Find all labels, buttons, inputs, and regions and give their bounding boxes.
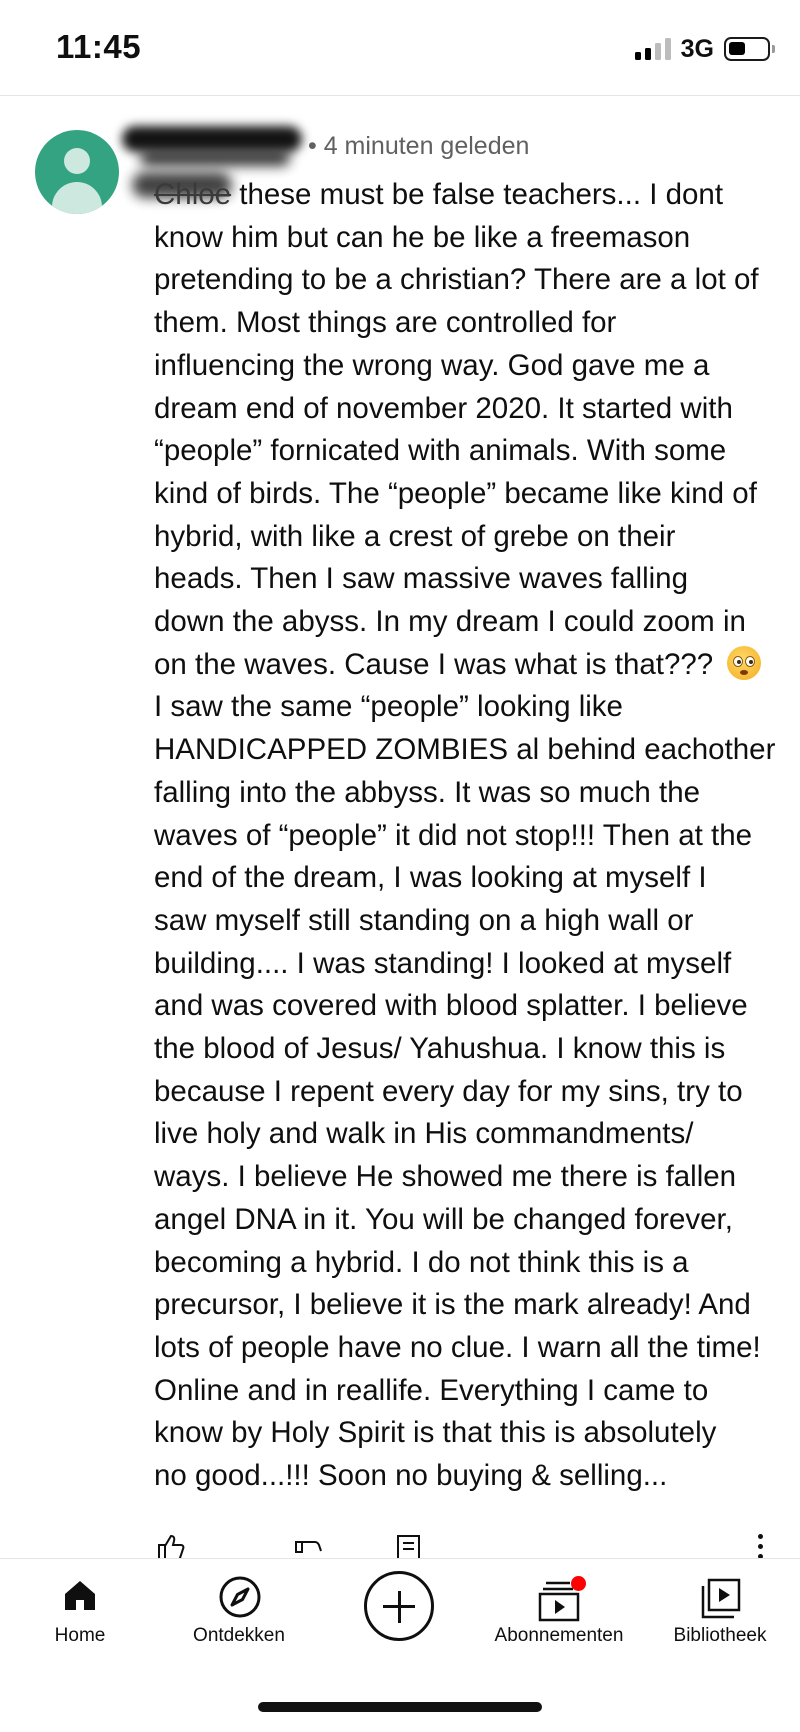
comment-line: on the waves. Cause I was what is that??… xyxy=(154,644,794,687)
status-bar: 11:45 3G xyxy=(0,0,800,96)
comment-line: heads. Then I saw massive waves falling xyxy=(154,562,688,596)
comment-line: falling into the abbyss. It was so much … xyxy=(154,775,701,809)
flushed-face-emoji-icon xyxy=(727,645,762,680)
notification-badge xyxy=(571,1576,586,1591)
nav-item-explore[interactable]: Ontdekken xyxy=(160,1559,320,1679)
comment-line: angel DNA in it. You will be changed for… xyxy=(154,1202,733,1236)
comment-line: kind of birds. The “people” became like … xyxy=(154,476,757,510)
comment-timestamp: • 4 minuten geleden xyxy=(308,132,530,160)
nav-label-explore: Ontdekken xyxy=(193,1625,285,1646)
redacted-author-name-2 xyxy=(140,150,290,166)
home-indicator xyxy=(258,1702,542,1712)
thumbs-up-icon[interactable] xyxy=(156,1532,186,1558)
comment-line: Chloe these must be false teachers... I … xyxy=(154,178,724,211)
comment-line: HANDICAPPED ZOMBIES al behind eachother xyxy=(154,733,776,767)
comment-line: precursor, I believe it is the mark alre… xyxy=(154,1288,751,1322)
home-icon xyxy=(65,1581,95,1610)
create-plus-icon[interactable] xyxy=(364,1571,434,1641)
mention-name: Chloe xyxy=(154,178,232,211)
nav-item-subscriptions[interactable]: Abonnementen xyxy=(480,1559,640,1679)
comment-line: them. Most things are controlled for xyxy=(154,306,617,340)
nav-item-library[interactable]: Bibliotheek xyxy=(640,1559,800,1679)
comment-line: building.... I was standing! I looked at… xyxy=(154,946,732,980)
comment-line: dream end of november 2020. It started w… xyxy=(154,391,733,425)
nav-label-library: Bibliotheek xyxy=(673,1625,767,1646)
more-vert-icon[interactable] xyxy=(758,1534,764,1558)
nav-label-subscriptions: Abonnementen xyxy=(494,1625,624,1646)
avatar[interactable] xyxy=(35,130,119,214)
status-time: 11:45 xyxy=(56,28,142,65)
network-type: 3G xyxy=(680,34,714,63)
battery-icon xyxy=(724,37,775,61)
comment-line: the blood of Jesus/ Yahushua. I know thi… xyxy=(154,1032,726,1066)
comment-line: no good...!!! Soon no buying & selling..… xyxy=(154,1459,668,1493)
comment-line: waves of “people” it did not stop!!! The… xyxy=(154,818,753,852)
comment-line: ways. I believe He showed me there is fa… xyxy=(154,1160,737,1194)
comment-text: Chloe these must be false teachers... I … xyxy=(154,174,794,1498)
comment-line: lots of people have no clue. I warn all … xyxy=(154,1330,761,1364)
comment-line: Online and in reallife. Everything I cam… xyxy=(154,1373,709,1407)
reply-icon[interactable] xyxy=(396,1534,422,1558)
comment-line: and was covered with blood splatter. I b… xyxy=(154,989,748,1023)
comment-line: “people” fornicated with animals. With s… xyxy=(154,434,727,468)
explore-icon xyxy=(219,1576,261,1618)
nav-item-home[interactable]: Home xyxy=(0,1559,160,1679)
comment-line: becoming a hybrid. I do not think this i… xyxy=(154,1245,689,1279)
library-icon xyxy=(701,1578,741,1619)
comment-line: live holy and walk in His commandments/ xyxy=(154,1117,694,1151)
comment-line: because I repent every day for my sins, … xyxy=(154,1074,743,1108)
comment-line: influencing the wrong way. God gave me a xyxy=(154,348,710,382)
comment-line: down the abyss. In my dream I could zoom… xyxy=(154,605,746,639)
thumbs-down-icon[interactable] xyxy=(293,1540,323,1558)
comment-line: know by Holy Spirit is that this is abso… xyxy=(154,1416,717,1450)
signal-strength-icon xyxy=(634,38,671,60)
comment-line: I saw the same “people” looking like xyxy=(154,690,623,724)
status-indicators: 3G xyxy=(634,34,775,64)
redacted-author-name xyxy=(122,126,302,152)
nav-label-home: Home xyxy=(54,1625,106,1646)
comment-line: saw myself still standing on a high wall… xyxy=(154,903,694,937)
comment-actions xyxy=(0,1528,800,1558)
comment-line: know him but can he be like a freemason xyxy=(154,220,691,254)
comment-line: end of the dream, I was looking at mysel… xyxy=(154,861,707,895)
comment-line: hybrid, with like a crest of grebe on th… xyxy=(154,519,676,553)
comment-line: pretending to be a christian? There are … xyxy=(154,263,759,297)
